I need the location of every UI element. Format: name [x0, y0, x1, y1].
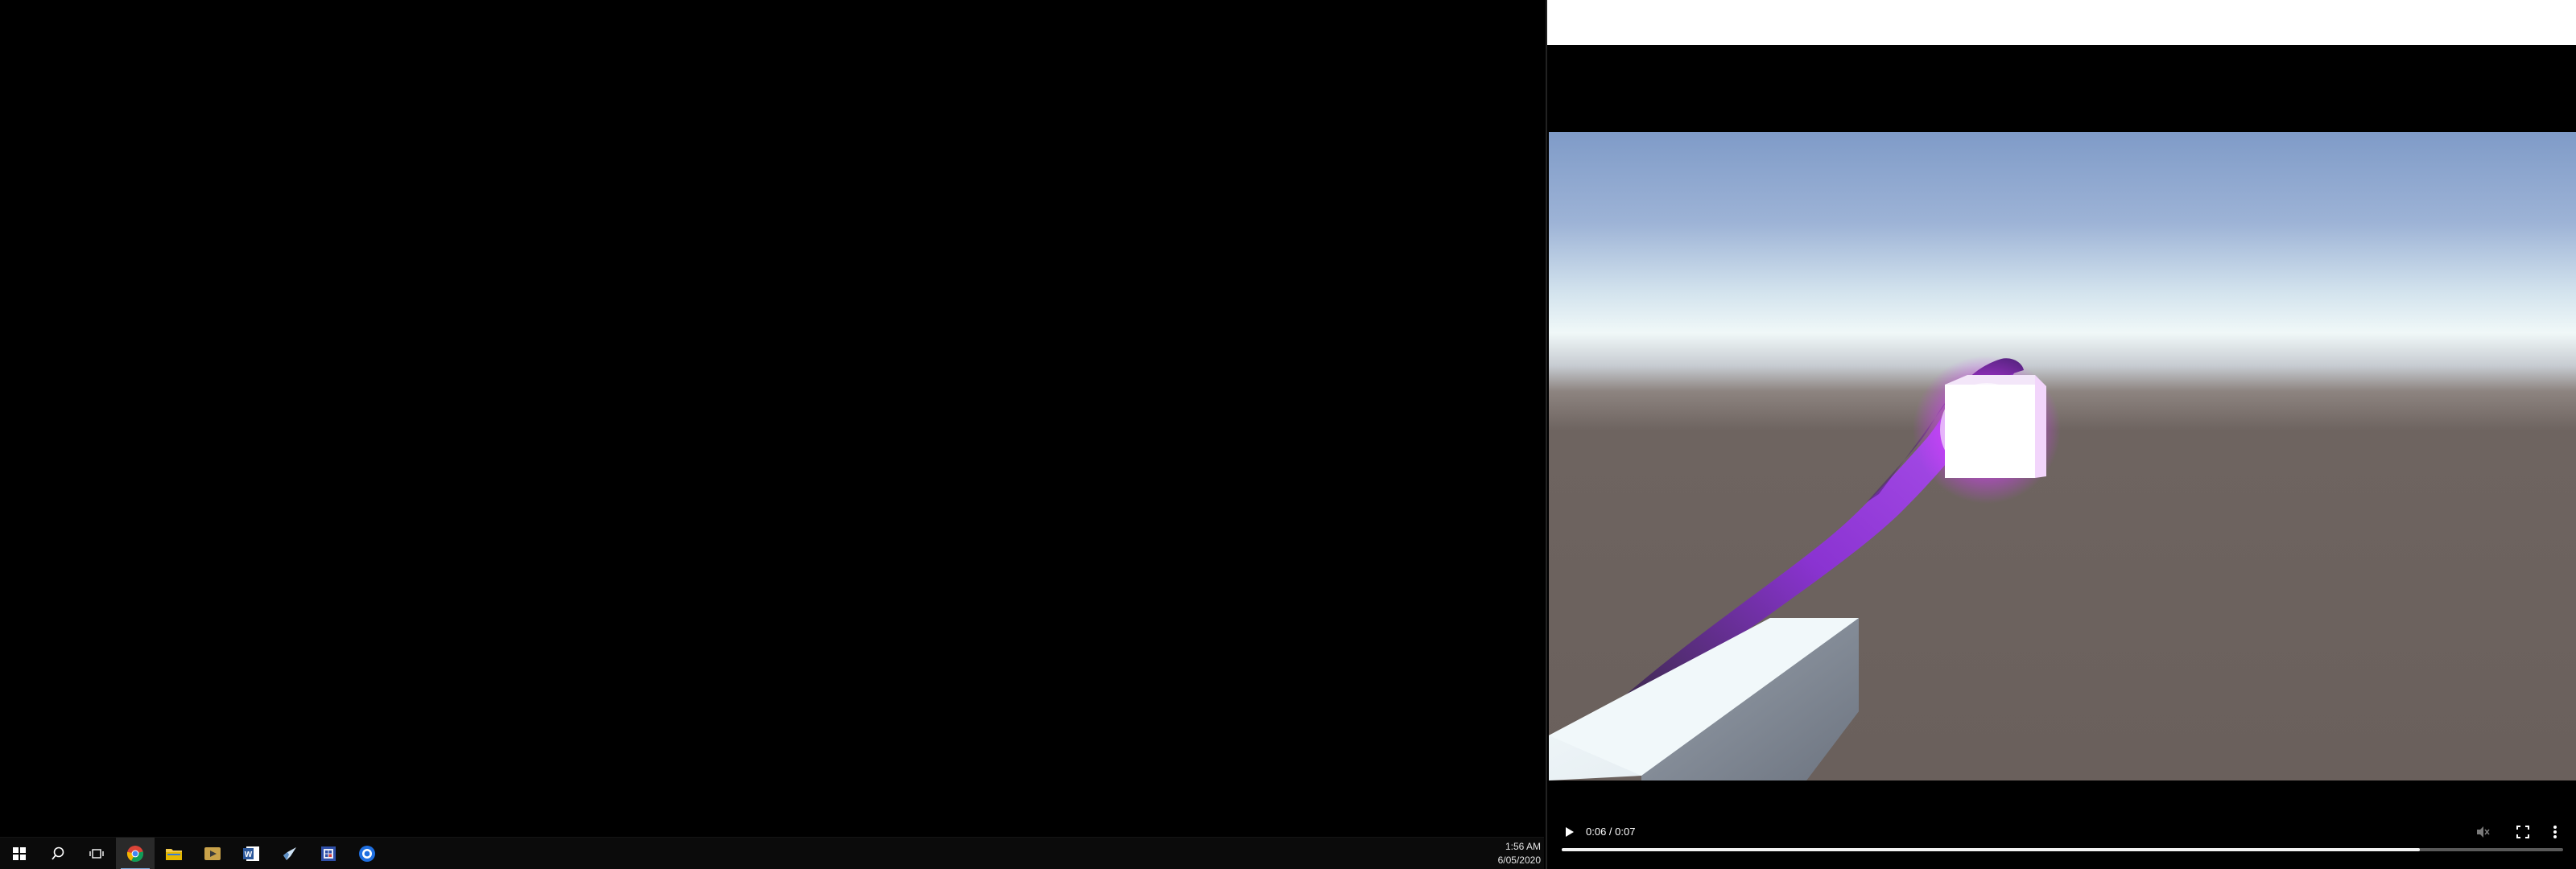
start-button[interactable]: [0, 838, 39, 869]
word-icon: W: [243, 846, 259, 861]
video-controls: 0:06 / 0:07: [1547, 811, 2576, 851]
clock-date: 6/05/2020: [1497, 855, 1541, 866]
taskbar-media-player[interactable]: [193, 838, 232, 869]
taskbar-store[interactable]: [309, 838, 348, 869]
screen: W 1:56 AM 6/05/2020 0:06 / 0:07: [0, 0, 2576, 869]
browser-window: 0:06 / 0:07: [1546, 0, 2576, 869]
fullscreen-button[interactable]: [2512, 821, 2534, 843]
video-progress-bar[interactable]: [1562, 848, 2563, 851]
chrome-icon: [126, 846, 144, 863]
search-button[interactable]: [39, 838, 77, 869]
task-view-button[interactable]: [77, 838, 116, 869]
taskbar-file-explorer[interactable]: [155, 838, 193, 869]
taskbar-chrome[interactable]: [116, 838, 155, 869]
time-display: 0:06 / 0:07: [1586, 826, 1636, 838]
desktop-area: [0, 0, 1544, 837]
folder-icon: [166, 849, 182, 860]
fullscreen-icon: [2516, 826, 2529, 838]
more-vertical-icon: [2553, 826, 2557, 838]
taskbar-app[interactable]: [348, 838, 386, 869]
steam-icon: [283, 847, 296, 860]
play-icon: [1566, 827, 1574, 837]
page-top-strip: [1547, 0, 2576, 45]
glowing-cube: [1913, 356, 2061, 504]
windows-logo-icon: [13, 847, 26, 860]
taskbar-word[interactable]: W: [232, 838, 270, 869]
media-player-icon: [204, 847, 221, 860]
store-icon: [321, 846, 336, 861]
more-options-button[interactable]: [2545, 821, 2565, 843]
video-progress-fill: [1562, 848, 2421, 851]
task-view-icon: [89, 849, 104, 859]
play-button[interactable]: [1558, 821, 1581, 843]
video-scene: [1549, 356, 2061, 780]
taskbar-steam[interactable]: [270, 838, 309, 869]
clock-time: 1:56 AM: [1505, 841, 1541, 852]
system-clock[interactable]: 1:56 AM 6/05/2020: [1476, 839, 1541, 868]
volume-muted-icon: [2477, 826, 2490, 838]
blue-circle-app-icon: [359, 846, 375, 862]
svg-text:W: W: [245, 850, 253, 859]
video-player[interactable]: [1549, 132, 2576, 780]
taskbar: W 1:56 AM 6/05/2020: [0, 837, 1544, 869]
search-icon: [52, 846, 64, 860]
mute-button[interactable]: [2471, 821, 2494, 843]
